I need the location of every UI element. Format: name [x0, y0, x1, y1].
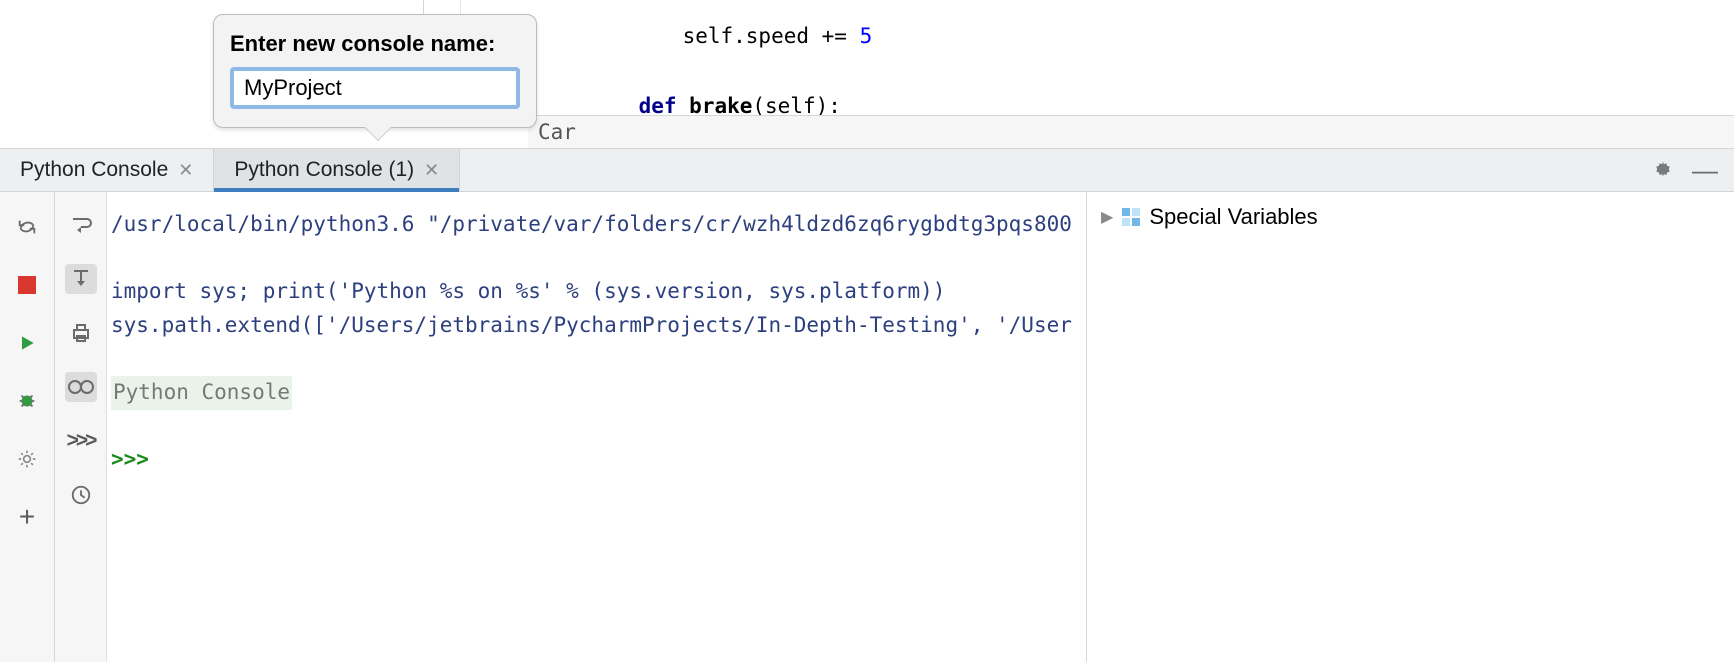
rename-console-popover: Enter new console name:	[213, 14, 537, 128]
tabbar-actions: —	[1652, 149, 1734, 191]
console-line	[111, 410, 1086, 444]
code-text: self.speed +=	[683, 24, 860, 48]
console-line	[111, 342, 1086, 376]
history-icon[interactable]: >>>	[65, 426, 97, 456]
tab-python-console-1[interactable]: Python Console (1) ✕	[214, 149, 460, 191]
console-name-highlight: Python Console	[111, 376, 1086, 410]
console-output[interactable]: /usr/local/bin/python3.6 "/private/var/f…	[107, 192, 1086, 662]
show-variables-icon[interactable]	[65, 372, 97, 402]
scroll-to-end-icon[interactable]	[65, 264, 97, 294]
close-icon[interactable]: ✕	[424, 160, 439, 181]
special-variables-row[interactable]: ▶ Special Variables	[1101, 204, 1720, 230]
editor-line: self.speed += 5	[632, 0, 872, 72]
popover-tail	[364, 126, 392, 140]
variables-panel: ▶ Special Variables	[1086, 192, 1734, 662]
special-variables-label: Special Variables	[1149, 204, 1317, 230]
prompt: >>>	[111, 447, 162, 471]
console-line: sys.path.extend(['/Users/jetbrains/Pycha…	[111, 309, 1086, 343]
tab-python-console[interactable]: Python Console ✕	[0, 149, 214, 191]
tab-label: Python Console (1)	[234, 158, 414, 182]
breadcrumb-item: Car	[538, 120, 576, 144]
console-prompt-line: >>>	[111, 443, 1086, 477]
console-toolbar-primary: +	[0, 192, 55, 662]
console-name-input[interactable]	[230, 67, 520, 109]
console-line: /usr/local/bin/python3.6 "/private/var/f…	[111, 208, 1086, 242]
breadcrumb[interactable]: Car	[528, 115, 1734, 148]
settings-icon[interactable]	[11, 444, 43, 474]
close-icon[interactable]: ✕	[178, 160, 193, 181]
console-line	[111, 242, 1086, 276]
soft-wrap-icon[interactable]	[65, 210, 97, 240]
variables-icon	[1121, 207, 1141, 227]
console-toolbar-secondary: >>>	[55, 192, 107, 662]
recent-icon[interactable]	[65, 480, 97, 510]
minimize-icon[interactable]: —	[1694, 159, 1716, 181]
console-line: import sys; print('Python %s on %s' % (s…	[111, 275, 1086, 309]
gear-icon[interactable]	[1652, 159, 1674, 181]
console-panel: + >>> /usr/local/bin/python3.6 "/private…	[0, 192, 1734, 662]
stop-icon[interactable]	[11, 270, 43, 300]
popover-title: Enter new console name:	[230, 31, 520, 57]
tab-label: Python Console	[20, 158, 168, 182]
add-icon[interactable]: +	[11, 502, 43, 532]
print-icon[interactable]	[65, 318, 97, 348]
console-name-text: Python Console	[111, 376, 292, 410]
console-tabbar: Python Console ✕ Python Console (1) ✕ —	[0, 148, 1734, 192]
debug-icon[interactable]	[11, 386, 43, 416]
code-number: 5	[860, 24, 873, 48]
rerun-icon[interactable]	[11, 212, 43, 242]
run-icon[interactable]	[11, 328, 43, 358]
expand-icon[interactable]: ▶	[1101, 207, 1113, 227]
